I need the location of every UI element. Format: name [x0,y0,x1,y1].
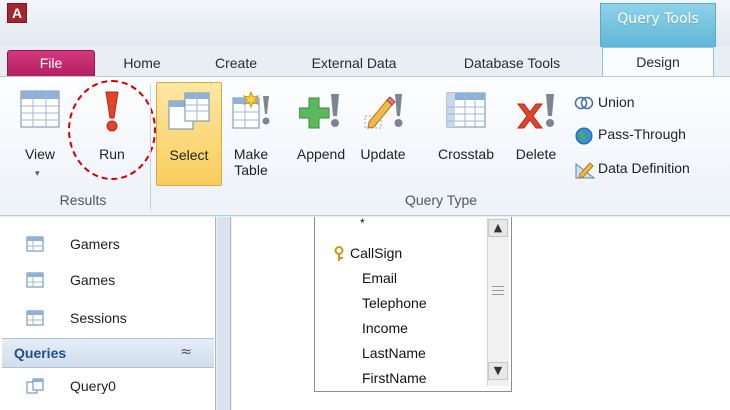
datasheet-view-icon [20,90,60,131]
union-label: Union [598,94,635,110]
table-icon [26,310,44,329]
append-plus-icon [298,90,343,133]
data-definition-label: Data Definition [598,160,690,176]
make-table-query-button[interactable]: Make Table [228,82,274,186]
scroll-down-arrow-icon[interactable]: ▼ [488,362,508,380]
update-pencil-icon [361,90,405,133]
data-definition-query-button[interactable]: Data Definition [572,158,728,182]
delete-label: Delete [515,146,557,162]
collapse-chevron-icon[interactable]: ≈ [180,344,192,360]
crosstab-label: Crosstab [437,146,495,162]
nav-table-gamers[interactable]: Gamers [0,228,216,263]
context-tab-title: Query Tools [617,11,699,27]
pane-splitter[interactable] [217,217,231,410]
union-rings-icon [574,94,594,115]
update-query-button[interactable]: Update [352,82,414,186]
update-label: Update [360,146,406,162]
query-icon [26,378,44,397]
nav-table-label: Sessions [70,310,127,326]
nav-query-query0[interactable]: Query0 [0,370,216,405]
query-tools-context-header: Query Tools [600,3,716,47]
view-button[interactable]: View ▾ [14,82,66,186]
queries-header-label: Queries [14,345,67,361]
results-group-label: Results [59,192,107,208]
run-highlight-annotation [68,80,156,180]
field-email[interactable]: Email [362,270,397,286]
view-button-label: View [24,146,56,162]
app-icon-letter: A [11,5,23,21]
select-query-label: Select [169,147,209,163]
make-table-icon [229,90,273,133]
globe-icon [574,126,594,149]
tab-create[interactable]: Create [204,52,268,77]
nav-query-label: Query0 [70,378,116,394]
access-app-icon[interactable]: A [7,3,27,23]
delete-x-icon [514,90,558,133]
pass-through-label: Pass-Through [598,126,686,142]
field-all-columns[interactable]: * [360,216,365,230]
field-telephone[interactable]: Telephone [362,295,427,311]
union-query-button[interactable]: Union [572,92,722,116]
table-icon [26,272,44,291]
tab-file[interactable]: File [7,50,95,77]
field-callsign[interactable]: CallSign [350,245,402,261]
field-income[interactable]: Income [362,320,408,336]
scroll-up-arrow-icon[interactable]: ▲ [488,219,508,237]
nav-table-sessions[interactable]: Sessions [0,302,216,337]
crosstab-grid-icon [444,90,488,133]
primary-key-icon [332,246,346,266]
group-divider [150,84,151,210]
nav-table-games[interactable]: Games [0,264,216,299]
delete-query-button[interactable]: Delete [508,82,564,186]
scroll-thumb-grip-icon[interactable] [492,290,504,291]
append-query-button[interactable]: Append [290,82,352,186]
query-type-group-label: Query Type [404,192,478,208]
make-table-label: Make Table [228,146,274,178]
scroll-thumb-grip-icon[interactable] [492,286,504,287]
crosstab-query-button[interactable]: Crosstab [430,82,502,186]
table-icon [26,236,44,255]
append-label: Append [296,146,346,162]
nav-queries-group-header[interactable]: Queries ≈ [2,338,214,368]
tab-design[interactable]: Design [602,47,714,79]
tab-database-tools[interactable]: Database Tools [448,52,576,77]
field-lastname[interactable]: LastName [362,345,426,361]
nav-table-label: Games [70,272,116,288]
nav-table-label: Gamers [70,236,120,252]
scroll-thumb-grip-icon[interactable] [492,294,504,295]
make-table-label-line1: Make [233,146,269,162]
view-dropdown-arrow-icon: ▾ [35,168,40,178]
select-query-button[interactable]: Select [156,82,222,186]
data-definition-pencil-icon [574,160,596,183]
field-list-scrollbar[interactable] [487,218,509,386]
field-firstname[interactable]: FirstName [362,370,427,386]
pass-through-query-button[interactable]: Pass-Through [572,124,722,148]
select-query-icon [167,91,211,134]
tab-home[interactable]: Home [112,52,172,77]
make-table-label-line2: Table [234,162,268,178]
tab-external-data[interactable]: External Data [300,52,408,77]
